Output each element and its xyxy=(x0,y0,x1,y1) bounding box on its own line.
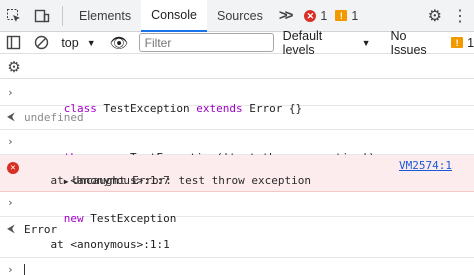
error-count: 1 xyxy=(320,8,328,23)
console-settings-bar: ⚙ xyxy=(0,55,474,79)
console-settings-gear-icon[interactable]: ⚙ xyxy=(0,51,28,83)
context-label: top xyxy=(61,35,79,50)
tab-elements[interactable]: Elements xyxy=(69,0,141,32)
more-options-kebab-icon[interactable]: ⋮ xyxy=(452,6,468,26)
prompt-caret[interactable] xyxy=(24,263,474,275)
devtools-tabbar: Elements Console Sources >> ✕ 1 ! 1 ⚙ ⋮ xyxy=(0,0,474,32)
warning-count: 1 xyxy=(351,8,359,23)
result-stack-line: at <anonymous>:1:1 xyxy=(24,238,170,251)
result-value: undefined xyxy=(24,111,84,124)
issues-count: 1 xyxy=(467,35,474,50)
console-toolbar: top ▼ 👁 Default levels ▼ No Issues ! 1 xyxy=(0,29,474,57)
tab-console[interactable]: Console xyxy=(141,0,207,32)
log-levels-dropdown[interactable]: Default levels ▼ xyxy=(283,29,371,57)
chevron-down-icon: ▼ xyxy=(361,37,371,48)
error-count-badge[interactable]: ✕ 1 xyxy=(304,9,327,23)
console-result-entry: ⮜ Error at <anonymous>:1:1 xyxy=(0,217,474,258)
context-selector[interactable]: top ▼ xyxy=(55,36,101,50)
log-levels-label: Default levels xyxy=(282,28,323,57)
console-output[interactable]: › class TestException extends Error {} ⮜… xyxy=(0,80,474,275)
input-chevron-icon: › xyxy=(7,86,14,99)
prompt-chevron-icon: › xyxy=(7,263,14,275)
input-chevron-icon: › xyxy=(7,196,14,209)
issues-label: No Issues xyxy=(390,28,427,57)
source-link[interactable]: VM2574:1 xyxy=(399,159,452,172)
console-error-entry: ✕ ▶ Uncaught Error: test throw exception … xyxy=(0,155,474,192)
warning-icon: ! xyxy=(335,10,348,21)
console-input-entry: › throw new TestException('test throw ex… xyxy=(0,130,474,164)
settings-gear-icon[interactable]: ⚙ xyxy=(428,6,442,26)
console-input-entry: › new TestException xyxy=(0,192,474,225)
issues-button[interactable]: No Issues ! 1 xyxy=(391,29,474,57)
result-value: Error xyxy=(24,223,58,236)
tab-sources[interactable]: Sources xyxy=(207,0,273,32)
live-expression-eye-icon[interactable]: 👁 xyxy=(110,34,129,52)
console-result-entry: ⮜ undefined xyxy=(0,106,474,130)
clear-console-icon[interactable] xyxy=(28,27,56,59)
console-prompt[interactable]: › xyxy=(0,258,474,275)
input-chevron-icon: › xyxy=(7,135,14,148)
error-icon: ✕ xyxy=(7,160,19,174)
error-icon: ✕ xyxy=(304,9,317,22)
result-arrow-icon: ⮜ xyxy=(7,222,15,235)
console-input-entry: › class TestException extends Error {} xyxy=(0,80,474,115)
divider xyxy=(62,5,63,26)
warning-count-badge[interactable]: ! 1 xyxy=(335,9,358,23)
issues-warning-icon: ! xyxy=(451,37,464,48)
chevron-down-icon: ▼ xyxy=(86,37,96,48)
more-tabs-button[interactable]: >> xyxy=(273,7,297,24)
result-arrow-icon: ⮜ xyxy=(7,110,15,123)
filter-input[interactable] xyxy=(138,33,274,52)
